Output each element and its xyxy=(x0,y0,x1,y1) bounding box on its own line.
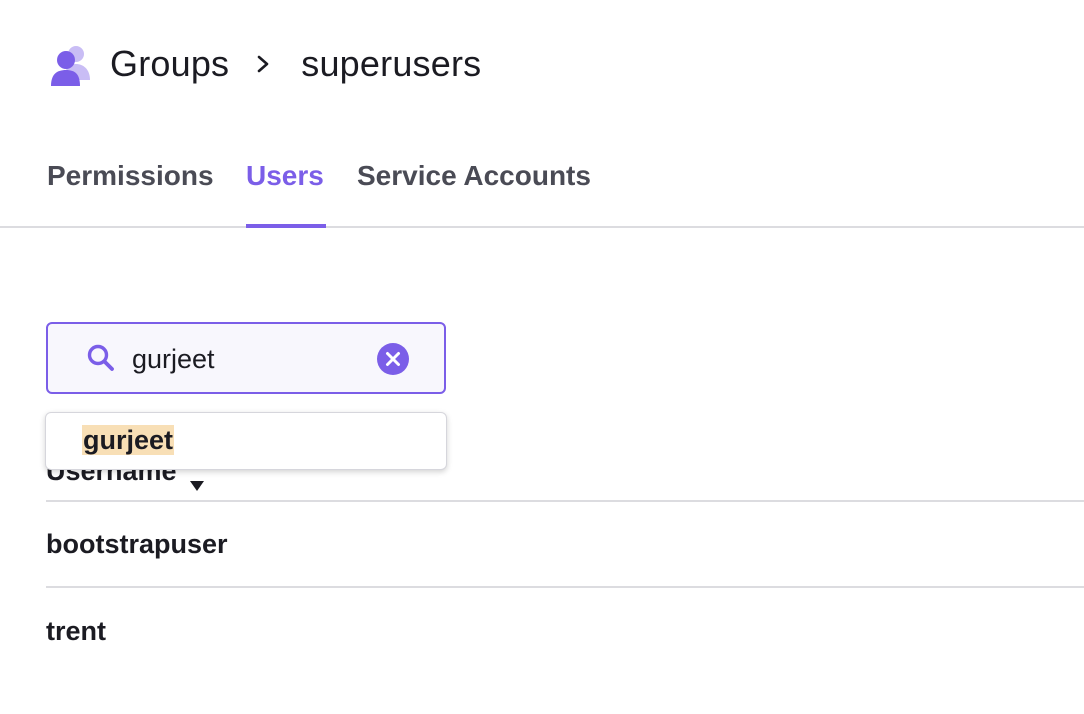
search-box xyxy=(46,322,446,394)
username-cell: trent xyxy=(46,615,106,646)
breadcrumb: Groups superusers xyxy=(48,40,481,88)
tab-permissions[interactable]: Permissions xyxy=(47,160,214,228)
table-row[interactable]: trent xyxy=(46,588,1084,674)
clear-icon[interactable] xyxy=(376,342,410,376)
chevron-right-icon xyxy=(253,54,273,74)
group-users-page: Groups superusers Permissions Users Serv… xyxy=(0,0,1084,714)
suggestion-highlight: gurjeet xyxy=(82,425,175,455)
autocomplete-suggestion[interactable]: gurjeet xyxy=(82,425,175,459)
username-cell: bootstrapuser xyxy=(46,528,228,559)
breadcrumb-current: superusers xyxy=(301,43,482,84)
tab-bar: Permissions Users Service Accounts xyxy=(0,148,1084,228)
breadcrumb-groups-link[interactable]: Groups xyxy=(110,43,229,85)
search-icon xyxy=(86,343,116,373)
search-input[interactable] xyxy=(132,340,362,378)
autocomplete-dropdown: gurjeet xyxy=(45,412,447,470)
users-table: Username bootstrapuser trent xyxy=(46,440,1084,674)
table-row[interactable]: bootstrapuser xyxy=(46,502,1084,588)
tab-users[interactable]: Users xyxy=(246,160,326,228)
group-users-icon xyxy=(48,42,92,86)
tab-service-accounts[interactable]: Service Accounts xyxy=(357,160,591,228)
